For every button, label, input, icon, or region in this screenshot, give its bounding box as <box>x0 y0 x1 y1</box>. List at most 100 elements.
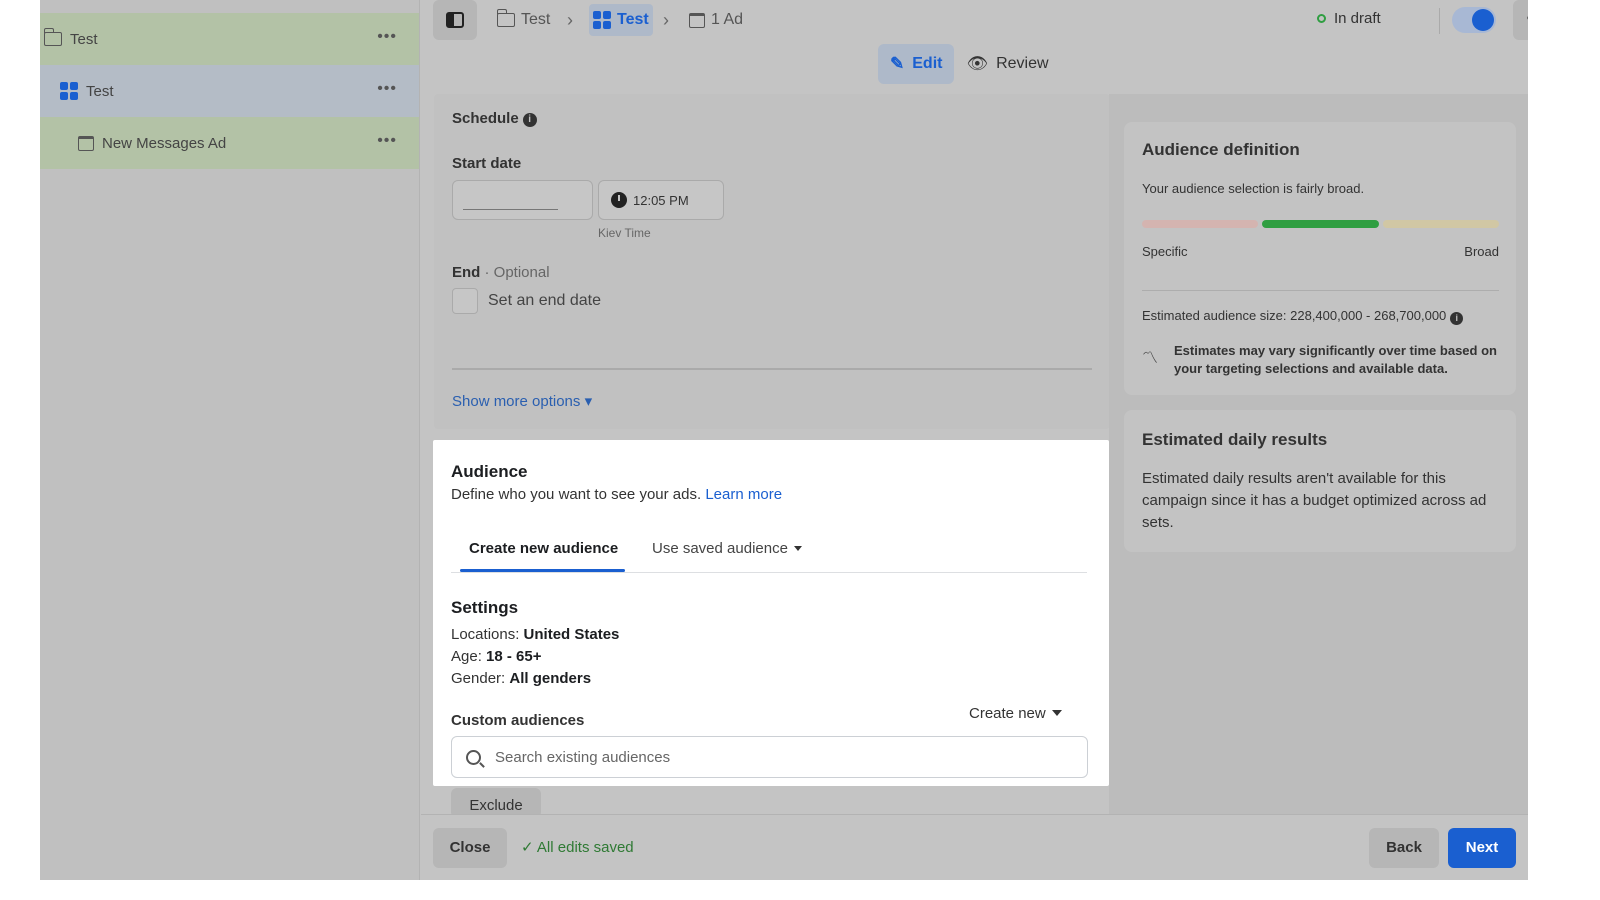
ads-manager-window: Test ••• Test ••• New Messages Ad ••• Te… <box>40 0 1528 880</box>
campaign-more-button[interactable]: ••• <box>377 28 397 46</box>
ad-icon <box>78 135 94 151</box>
estimate-disclaimer: Estimates may vary significantly over ti… <box>1174 343 1497 376</box>
pencil-icon: ✎ <box>890 54 905 73</box>
next-button[interactable]: Next <box>1448 828 1516 868</box>
audience-title: Audience <box>451 462 528 481</box>
meter-broad-label: Broad <box>1464 244 1499 259</box>
schedule-title: Schedule i <box>452 110 537 127</box>
breadcrumb-separator: › <box>567 8 573 32</box>
clock-icon <box>611 192 627 208</box>
age-setting: Age: 18 - 65+ <box>451 648 542 665</box>
breadcrumb-campaign[interactable]: Test <box>496 8 550 32</box>
date-placeholder-line <box>463 209 558 210</box>
meter-segment-broad <box>1382 220 1499 228</box>
sidebar-panel-icon <box>446 12 464 28</box>
estimated-audience-size: Estimated audience size: 228,400,000 - 2… <box>1142 308 1464 325</box>
caret-down-icon <box>793 546 802 551</box>
tree-item-campaign[interactable]: Test ••• <box>40 13 419 65</box>
tab-use-saved-audience-label: Use saved audience <box>652 540 788 557</box>
timezone-label: Kiev Time <box>598 226 651 240</box>
mode-tabs: ✎ Edit 👁 Review <box>878 44 1061 84</box>
checkmark-icon: ✓ <box>521 839 534 856</box>
create-new-label: Create new <box>969 705 1046 722</box>
tab-use-saved-audience[interactable]: Use saved audience <box>652 540 802 557</box>
toggle-sidebar-button[interactable] <box>433 0 477 40</box>
audience-definition-card: Audience definition Your audience select… <box>1124 122 1516 395</box>
end-date-checkbox[interactable] <box>452 288 478 314</box>
age-value: 18 - 65+ <box>486 648 542 665</box>
edit-tab-label: Edit <box>912 55 943 72</box>
save-status-text: All edits saved <box>536 839 634 856</box>
locations-setting: Locations: United States <box>451 626 619 643</box>
adset-grid-icon <box>60 82 78 100</box>
gender-value: All genders <box>509 670 592 687</box>
show-more-options-link[interactable]: Show more options ▾ <box>452 392 592 410</box>
eye-icon: 👁 <box>966 54 989 73</box>
tree-item-adset[interactable]: Test ••• <box>40 65 419 117</box>
adset-grid-icon <box>593 11 611 29</box>
review-tab-label: Review <box>996 55 1049 72</box>
breadcrumb-adset-label: Test <box>617 11 649 28</box>
tree-item-ad[interactable]: New Messages Ad ••• <box>40 117 419 169</box>
estimated-daily-results-card: Estimated daily results Estimated daily … <box>1124 410 1516 552</box>
ad-more-button[interactable]: ••• <box>377 132 397 150</box>
breadcrumb-ad[interactable]: 1 Ad <box>689 8 743 32</box>
start-time-input[interactable]: 12:05 PM <box>598 180 724 220</box>
estimated-audience-size-text: Estimated audience size: 228,400,000 - 2… <box>1142 308 1447 323</box>
folder-icon <box>43 28 62 46</box>
end-optional: · Optional <box>480 264 550 281</box>
estimated-daily-results-title: Estimated daily results <box>1142 430 1328 449</box>
divider <box>452 368 1092 370</box>
gender-key: Gender: <box>451 670 510 687</box>
schedule-section: Schedule i Start date 12:05 PM Kiev Time … <box>434 94 1110 429</box>
locations-value: United States <box>523 626 620 643</box>
meter-segment-active <box>1262 220 1379 228</box>
search-audiences-field[interactable] <box>451 736 1088 778</box>
chevron-right-icon: › <box>663 9 669 30</box>
learn-more-link[interactable]: Learn more <box>705 486 782 503</box>
trend-line-icon: 〽 <box>1142 350 1159 367</box>
publish-toggle[interactable] <box>1452 7 1496 33</box>
folder-icon <box>496 9 515 27</box>
breadcrumb-adset[interactable]: Test <box>589 4 653 36</box>
end-label: End · Optional <box>452 264 550 281</box>
create-new-dropdown[interactable]: Create new <box>969 705 1062 722</box>
audience-definition-summary: Your audience selection is fairly broad. <box>1142 181 1365 196</box>
meter-segment-specific <box>1142 220 1259 228</box>
top-more-button[interactable]: ••• <box>1513 0 1528 40</box>
start-time-value: 12:05 PM <box>633 192 689 208</box>
end-label-text: End <box>452 264 481 281</box>
tree-item-campaign-label: Test <box>70 30 98 48</box>
review-tab[interactable]: 👁 Review <box>954 44 1060 84</box>
top-bar: Test › Test › 1 Ad In draft ••• <box>421 0 1528 44</box>
tab-create-new-audience[interactable]: Create new audience <box>469 540 618 557</box>
gender-setting: Gender: All genders <box>451 670 591 687</box>
right-summary-column: Audience definition Your audience select… <box>1109 94 1528 814</box>
audience-subtitle-text: Define who you want to see your ads. <box>451 486 702 503</box>
info-icon[interactable]: i <box>1450 312 1464 325</box>
caret-down-icon <box>1051 710 1062 716</box>
bottom-bar: Close ✓ All edits saved Back Next <box>421 814 1528 880</box>
status-dot-icon <box>1317 14 1326 23</box>
audience-subtitle: Define who you want to see your ads. Lea… <box>451 486 782 503</box>
estimated-daily-results-text: Estimated daily results aren't available… <box>1142 470 1487 531</box>
start-date-label: Start date <box>452 155 522 172</box>
end-date-checkbox-label: Set an end date <box>488 292 601 309</box>
search-audiences-input[interactable] <box>495 748 1055 766</box>
meter-specific-label: Specific <box>1142 244 1188 259</box>
search-icon <box>466 749 481 765</box>
tree-item-adset-label: Test <box>86 82 114 100</box>
status-label: In draft <box>1334 10 1381 27</box>
settings-title: Settings <box>451 598 519 617</box>
divider <box>1439 8 1440 34</box>
campaign-tree-panel: Test ••• Test ••• New Messages Ad ••• <box>40 0 420 880</box>
audience-definition-title: Audience definition <box>1142 140 1300 159</box>
back-button[interactable]: Back <box>1369 828 1439 868</box>
adset-more-button[interactable]: ••• <box>377 80 397 98</box>
custom-audiences-label: Custom audiences <box>451 712 585 729</box>
audience-breadth-meter <box>1142 220 1499 228</box>
edit-tab[interactable]: ✎ Edit <box>878 44 955 84</box>
info-icon[interactable]: i <box>522 113 537 127</box>
close-button[interactable]: Close <box>433 828 507 868</box>
start-date-input[interactable] <box>452 180 593 220</box>
